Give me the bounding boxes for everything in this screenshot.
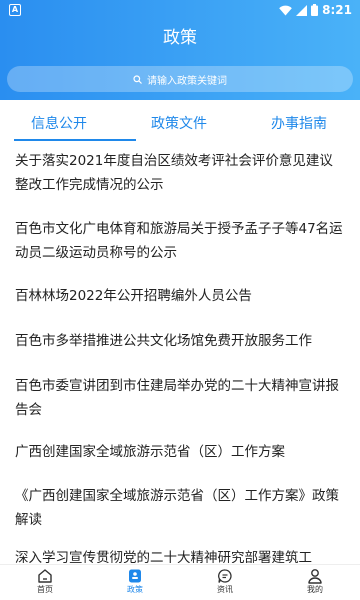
chat-icon — [218, 569, 232, 583]
nav-news[interactable]: 资讯 — [200, 568, 250, 596]
home-icon — [38, 569, 52, 583]
notification-app-icon: A — [9, 4, 21, 16]
search-placeholder: 请输入政策关键词 — [147, 75, 227, 87]
battery-icon — [311, 4, 319, 16]
header: A 8:21 政策 请输入政策关键词 — [0, 0, 360, 100]
signal-icon — [296, 4, 308, 16]
list-item-title: 深入学习宣传贯彻党的二十大精神研究部署建筑工 — [15, 550, 312, 563]
list-item[interactable]: 百色市文化广电体育和旅游局关于授予孟子子等47名运动员二级运动员称号的公示 — [15, 217, 345, 265]
bottom-nav: 首页 政策 资讯 我的 — [0, 564, 360, 600]
list-item[interactable]: 百色市委宣讲团到市住建局举办党的二十大精神宣讲报告会 — [15, 374, 345, 422]
tab-policy-files[interactable]: 政策文件 — [151, 114, 207, 134]
nav-home[interactable]: 首页 — [20, 568, 70, 596]
nav-profile[interactable]: 我的 — [290, 568, 340, 596]
list-item[interactable]: 百色市多举措推进公共文化场馆免费开放服务工作 — [15, 329, 345, 353]
search-input[interactable]: 请输入政策关键词 — [7, 66, 353, 92]
status-bar: A 8:21 — [0, 0, 360, 22]
profile-icon — [308, 569, 322, 584]
nav-policy-label: 政策 — [127, 585, 143, 594]
nav-home-label: 首页 — [37, 585, 53, 594]
search-icon — [133, 74, 142, 84]
list-item[interactable]: 《广西创建国家全域旅游示范省（区）工作方案》政策解读 — [15, 484, 345, 532]
policy-icon — [129, 569, 141, 583]
nav-profile-label: 我的 — [307, 585, 323, 594]
list-item[interactable]: 百林林场2022年公开招聘编外人员公告 — [15, 284, 345, 308]
tab-bar: 信息公开 政策文件 办事指南 — [0, 100, 360, 144]
nav-policy[interactable]: 政策 — [110, 568, 160, 596]
page-title: 政策 — [163, 28, 197, 48]
list-item[interactable]: 关于落实2021年度自治区绩效考评社会评价意见建议整改工作完成情况的公示 — [15, 149, 345, 197]
list-item[interactable]: 深入学习宣传贯彻党的二十大精神研究部署建筑工 — [15, 549, 345, 563]
tab-info-public[interactable]: 信息公开 — [31, 114, 87, 134]
status-icons: 8:21 — [279, 3, 352, 17]
status-time: 8:21 — [322, 3, 352, 17]
list-item[interactable]: 广西创建国家全域旅游示范省（区）工作方案 — [15, 440, 345, 464]
nav-news-label: 资讯 — [217, 585, 233, 594]
tab-service-guide[interactable]: 办事指南 — [271, 114, 327, 134]
wifi-icon — [279, 5, 292, 15]
active-tab-indicator — [14, 139, 136, 141]
